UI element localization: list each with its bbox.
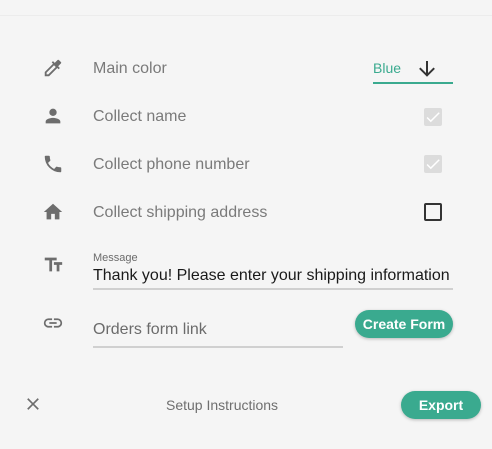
main-color-label: Main color — [93, 60, 167, 77]
collect-phone-label: Collect phone number — [93, 156, 250, 173]
phone-icon — [41, 152, 65, 176]
collect-name-label: Collect name — [93, 108, 187, 125]
eyedropper-icon — [41, 56, 65, 80]
collect-shipping-checkbox[interactable] — [424, 203, 442, 221]
close-icon — [27, 398, 39, 410]
collect-shipping-row: Collect shipping address — [0, 196, 492, 228]
text-size-icon — [41, 252, 65, 276]
check-icon — [426, 112, 440, 123]
check-icon — [426, 159, 440, 170]
collect-shipping-label: Collect shipping address — [93, 204, 268, 221]
collect-phone-checkbox[interactable] — [424, 155, 442, 173]
collect-name-row: Collect name — [0, 100, 492, 132]
link-icon — [41, 311, 65, 335]
collect-phone-row: Collect phone number — [0, 148, 492, 180]
setup-instructions-link[interactable]: Setup Instructions — [166, 397, 278, 413]
export-button[interactable]: Export — [401, 391, 481, 419]
message-input[interactable] — [93, 262, 453, 290]
person-icon — [41, 104, 65, 128]
collect-name-checkbox[interactable] — [424, 108, 442, 126]
close-button[interactable] — [22, 393, 44, 415]
create-form-button[interactable]: Create Form — [355, 310, 453, 338]
main-color-select[interactable]: Blue — [373, 56, 453, 84]
top-divider — [0, 0, 492, 16]
main-color-value: Blue — [373, 60, 402, 76]
orders-form-link-input[interactable] — [93, 310, 343, 348]
home-icon — [41, 200, 65, 224]
arrow-down-icon — [419, 61, 435, 77]
